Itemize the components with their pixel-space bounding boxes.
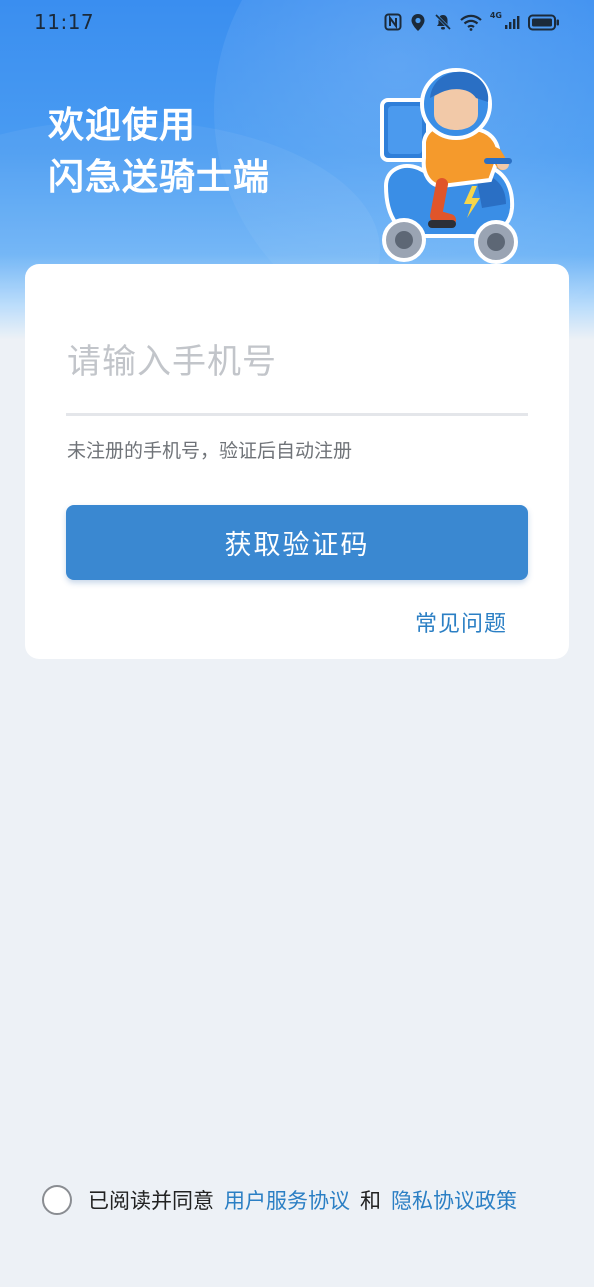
login-card: 未注册的手机号，验证后自动注册 获取验证码 常见问题 <box>25 264 569 659</box>
agreement-and: 和 <box>360 1189 381 1213</box>
agreement-prefix: 已阅读并同意 <box>88 1189 214 1213</box>
agreement-checkbox[interactable] <box>42 1185 72 1215</box>
privacy-policy-link[interactable]: 隐私协议政策 <box>391 1185 517 1215</box>
faq-link[interactable]: 常见问题 <box>415 606 507 638</box>
battery-icon <box>528 14 560 31</box>
nfc-icon <box>384 13 402 31</box>
agreement-row: 已阅读并同意 用户服务协议 和 隐私协议政策 <box>42 1183 582 1217</box>
wifi-icon <box>460 14 482 31</box>
status-time: 11:17 <box>34 10 95 34</box>
register-hint: 未注册的手机号，验证后自动注册 <box>67 440 353 462</box>
phone-input-underline <box>66 413 528 416</box>
signal-icon <box>504 14 520 30</box>
phone-input[interactable] <box>67 334 529 390</box>
user-agreement-link[interactable]: 用户服务协议 <box>224 1185 350 1215</box>
welcome-title: 欢迎使用 闪急送骑士端 <box>48 100 270 204</box>
status-bar: 11:17 4G <box>0 0 594 44</box>
delivery-rider-illustration <box>380 68 518 264</box>
location-icon <box>410 13 426 32</box>
status-icons: 4G <box>384 10 560 32</box>
mute-bell-icon <box>434 13 452 31</box>
welcome-title-line1: 欢迎使用 <box>48 105 197 146</box>
login-page: 11:17 4G 欢迎使用 闪急送骑士端 请输入手机号 未注册的手机号，验证后自… <box>0 0 594 1287</box>
network-type-label: 4G <box>489 10 502 20</box>
get-code-button[interactable]: 获取验证码 <box>66 505 528 580</box>
welcome-title-line2: 闪急送骑士端 <box>48 157 271 198</box>
